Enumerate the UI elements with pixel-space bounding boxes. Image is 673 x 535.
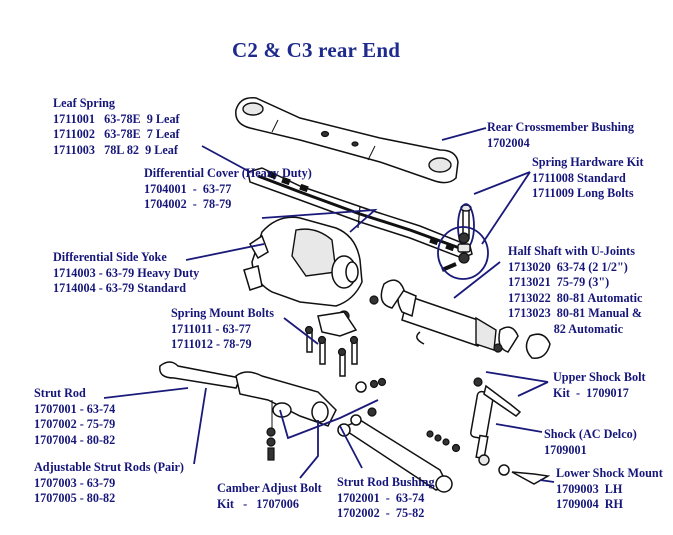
strut-rod-bushing-part-1702001: 1702001 - 63-74	[337, 490, 425, 505]
half-shaft-part-1713023: 1713023 80-81 Manual &	[508, 306, 643, 321]
camber-adjust-bolt-heading: Camber Adjust Bolt	[217, 481, 322, 495]
lower-shock-mount-heading: Lower Shock Mount	[556, 466, 663, 480]
callout-strut-rod-bushing: Strut Rod Bushing 1702001 - 63-74 170200…	[337, 475, 435, 522]
half-shaft-heading: Half Shaft with U-Joints	[508, 244, 635, 258]
differential-side-yoke-heading: Differential Side Yoke	[53, 250, 167, 264]
shock-part-number: 1709001	[544, 442, 587, 457]
upper-shock-bolt-heading: Upper Shock Bolt	[553, 370, 646, 384]
rear-crossmember-bushing-part-number: 1702004	[487, 135, 530, 150]
adjustable-strut-rods-part-1707003: 1707003 - 63-79	[34, 475, 116, 490]
strut-rod-part-1707004: 1707004 - 80-82	[34, 432, 116, 447]
callout-spring-hardware-kit: Spring Hardware Kit 1711008 Standard 171…	[532, 155, 644, 202]
shock-absorber-part	[426, 377, 551, 485]
leaf-spring-part-1711003: 1711003 78L 82 9 Leaf	[53, 142, 178, 157]
callout-leaf-spring: Leaf Spring 1711001 63-78E 9 Leaf 171100…	[53, 96, 180, 158]
lower-shock-mount-rh: 1709004 RH	[556, 497, 624, 512]
lower-shock-mount-lh: 1709003 LH	[556, 481, 623, 496]
adjustable-strut-rods-heading: Adjustable Strut Rods (Pair)	[34, 460, 184, 474]
differential-cover-part-1704002: 1704002 - 78-79	[144, 197, 232, 212]
callout-rear-crossmember-bushing: Rear Crossmember Bushing 1702004	[487, 120, 634, 151]
adjustable-strut-rods-part-1707005: 1707005 - 80-82	[34, 491, 116, 506]
callout-half-shaft: Half Shaft with U-Joints 1713020 63-74 (…	[508, 244, 642, 338]
spring-hardware-kit-long-bolts: 1711009 Long Bolts	[532, 186, 634, 201]
strut-rod-bushing-heading: Strut Rod Bushing	[337, 475, 435, 489]
callout-spring-mount-bolts: Spring Mount Bolts 1711011 - 63-77 17110…	[171, 306, 274, 353]
callout-camber-adjust-bolt: Camber Adjust Bolt Kit - 1707006	[217, 481, 322, 512]
strut-rod-part-1707002: 1707002 - 75-79	[34, 417, 116, 432]
callout-adjustable-strut-rods: Adjustable Strut Rods (Pair) 1707003 - 6…	[34, 460, 184, 507]
differential-cover-part-1704001: 1704001 - 63-77	[144, 181, 232, 196]
leaf-spring-part-1711002: 1711002 63-78E 7 Leaf	[53, 127, 180, 142]
spring-mount-bolts-part-1711011: 1711011 - 63-77	[171, 321, 251, 336]
half-shaft-part-1713023-cont: 82 Automatic	[508, 321, 624, 336]
spring-mount-bolts-heading: Spring Mount Bolts	[171, 306, 274, 320]
spring-hardware-kit-heading: Spring Hardware Kit	[532, 155, 644, 169]
callout-lower-shock-mount: Lower Shock Mount 1709003 LH 1709004 RH	[556, 466, 663, 513]
differential-side-yoke-standard: 1714004 - 63-79 Standard	[53, 281, 187, 296]
upper-shock-bolt-kit-number: Kit - 1709017	[553, 385, 629, 400]
strut-rod-part-1707001: 1707001 - 63-74	[34, 401, 116, 416]
callout-strut-rod: Strut Rod 1707001 - 63-74 1707002 - 75-7…	[34, 386, 115, 448]
leaf-spring-heading: Leaf Spring	[53, 96, 115, 110]
half-shaft-part-1713021: 1713021 75-79 (3")	[508, 275, 610, 290]
differential-side-yoke-heavy-duty: 1714003 - 63-79 Heavy Duty	[53, 265, 200, 280]
spring-hardware-cushions-part	[437, 226, 489, 280]
strut-rod-heading: Strut Rod	[34, 386, 86, 400]
differential-cover-heading: Differential Cover (Heavy Duty)	[144, 166, 312, 180]
half-shaft-part-1713020: 1713020 63-74 (2 1/2")	[508, 259, 628, 274]
shock-heading: Shock (AC Delco)	[544, 427, 637, 441]
leaf-spring-part-1711001: 1711001 63-78E 9 Leaf	[53, 111, 180, 126]
rear-crossmember-bushing-heading: Rear Crossmember Bushing	[487, 120, 634, 134]
spring-mount-bolts-part-1711012: 1711012 - 78-79	[171, 337, 252, 352]
spring-mount-bolts-part	[304, 311, 359, 377]
callout-upper-shock-bolt: Upper Shock Bolt Kit - 1709017	[553, 370, 646, 401]
camber-adjust-bolt-kit-number: Kit - 1707006	[217, 496, 299, 511]
callout-differential-side-yoke: Differential Side Yoke 1714003 - 63-79 H…	[53, 250, 199, 297]
callout-differential-cover: Differential Cover (Heavy Duty) 1704001 …	[144, 166, 312, 213]
spring-hardware-kit-standard: 1711008 Standard	[532, 170, 626, 185]
rear-end-parts-diagram: C2 & C3 rear End Leaf Spring 1711001 63-…	[0, 0, 673, 535]
callout-shock: Shock (AC Delco) 1709001	[544, 427, 637, 458]
half-shaft-part-1713022: 1713022 80-81 Automatic	[508, 290, 643, 305]
strut-rod-bushing-part-1702002: 1702002 - 75-82	[337, 506, 425, 521]
